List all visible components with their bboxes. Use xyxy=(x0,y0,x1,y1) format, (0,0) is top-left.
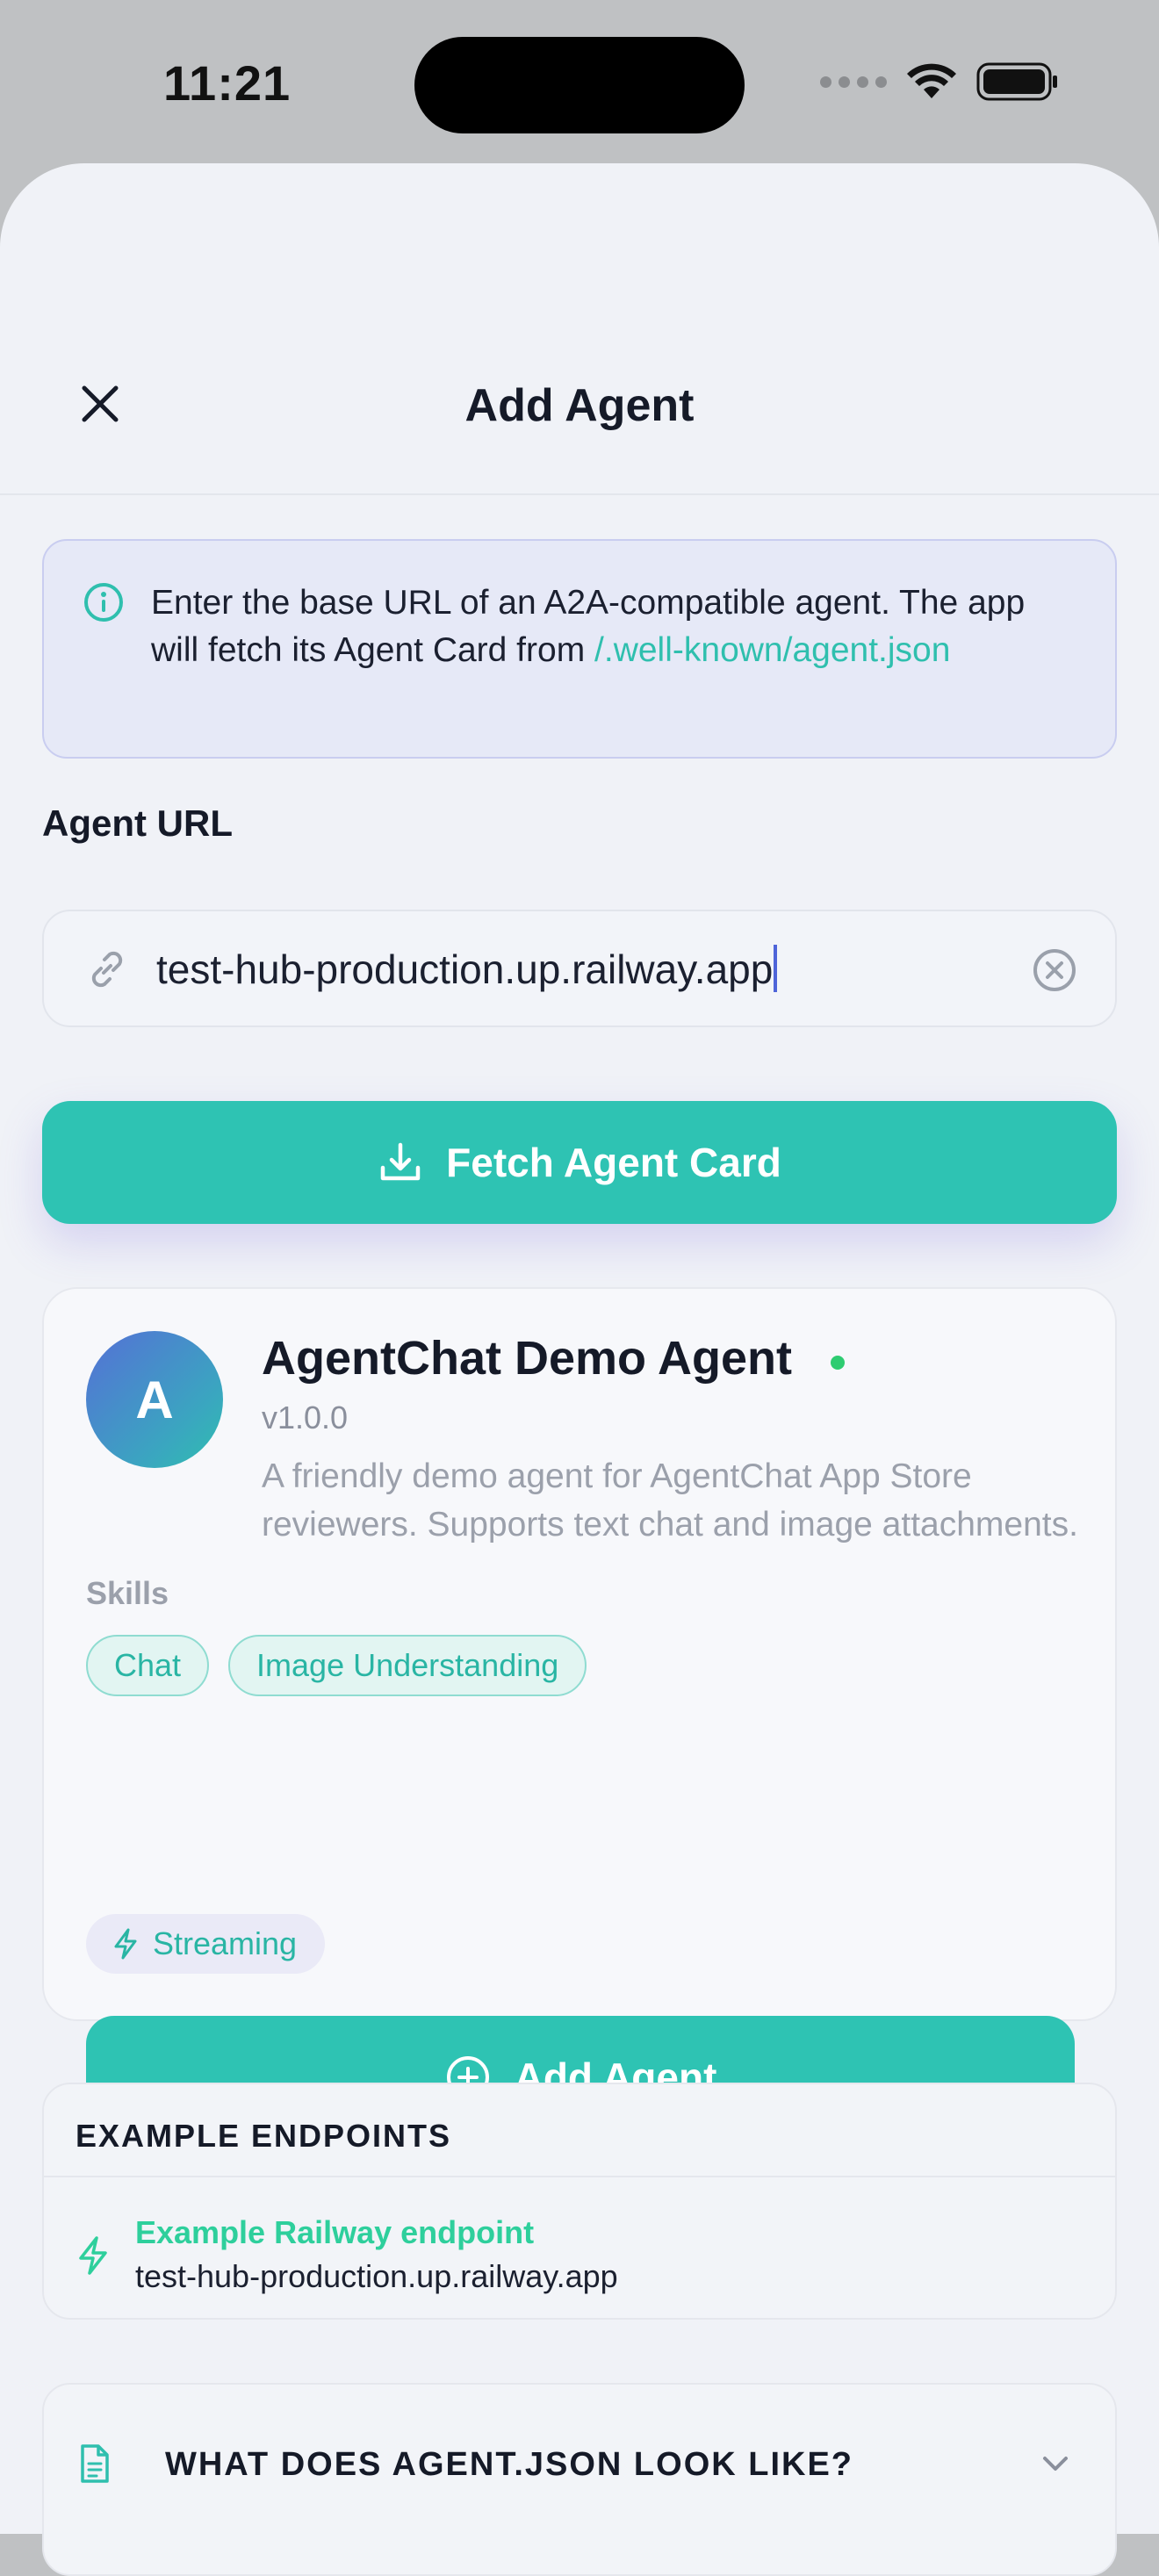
skill-chip: Chat xyxy=(86,1635,210,1696)
capability-badge: Streaming xyxy=(86,1914,326,1974)
avatar: A xyxy=(86,1331,223,1468)
example-endpoint-url: test-hub-production.up.railway.app xyxy=(135,2258,618,2294)
capability-label: Streaming xyxy=(153,1925,298,1961)
clear-icon[interactable] xyxy=(1031,946,1078,994)
signal-icon xyxy=(820,76,887,88)
agent-json-link[interactable]: /.well-known/agent.json xyxy=(594,631,950,669)
info-banner: Enter the base URL of an A2A-compatible … xyxy=(42,539,1117,759)
status-time: 11:21 xyxy=(163,55,292,111)
dynamic-island xyxy=(414,37,745,133)
skills-label: Skills xyxy=(86,1575,169,1611)
agent-url-label: Agent URL xyxy=(42,802,233,844)
sheet-content: Enter the base URL of an A2A-compatible … xyxy=(0,163,1159,2576)
status-icons xyxy=(820,61,1059,102)
example-endpoint-title: Example Railway endpoint xyxy=(135,2214,535,2250)
example-endpoints-heading: EXAMPLE ENDPOINTS xyxy=(44,2084,1115,2177)
skills-list: Chat Image Understanding xyxy=(86,1635,587,1696)
info-icon xyxy=(84,583,123,622)
agent-version: v1.0.0 xyxy=(262,1400,349,1436)
agent-url-value: test-hub-production.up.railway.app xyxy=(156,946,774,992)
agent-url-input[interactable]: test-hub-production.up.railway.app xyxy=(156,945,778,993)
example-endpoint-item[interactable]: Example Railway endpoint test-hub-produc… xyxy=(44,2179,1115,2320)
wifi-icon xyxy=(907,63,956,98)
chevron-down-icon xyxy=(1043,2457,1068,2471)
text-caret xyxy=(774,945,778,992)
agent-description: A friendly demo agent for AgentChat App … xyxy=(262,1457,1078,1543)
link-icon xyxy=(91,951,123,988)
agent-json-disclosure[interactable]: WHAT DOES AGENT.JSON LOOK LIKE? xyxy=(42,2383,1117,2576)
lightning-icon xyxy=(79,2236,107,2275)
fetch-agent-card-label: Fetch Agent Card xyxy=(446,1140,781,1185)
info-text: Enter the base URL of an A2A-compatible … xyxy=(151,579,1082,674)
download-icon xyxy=(380,1142,421,1181)
document-icon xyxy=(81,2444,109,2483)
agent-card: A AgentChat Demo Agent v1.0.0 A friendly… xyxy=(42,1287,1117,2139)
status-bar: 11:21 xyxy=(0,0,1159,167)
fetch-agent-card-button[interactable]: Fetch Agent Card xyxy=(42,1101,1117,1224)
agent-url-field[interactable]: test-hub-production.up.railway.app xyxy=(42,910,1117,1027)
battery-icon xyxy=(976,62,1057,101)
skill-chip: Image Understanding xyxy=(228,1635,587,1696)
agent-json-title: WHAT DOES AGENT.JSON LOOK LIKE? xyxy=(165,2446,854,2483)
lightning-icon xyxy=(114,1928,137,1960)
agent-name: AgentChat Demo Agent xyxy=(262,1332,792,1385)
example-endpoints: EXAMPLE ENDPOINTS Example Railway endpoi… xyxy=(42,2083,1117,2320)
online-status-dot xyxy=(831,1356,845,1370)
